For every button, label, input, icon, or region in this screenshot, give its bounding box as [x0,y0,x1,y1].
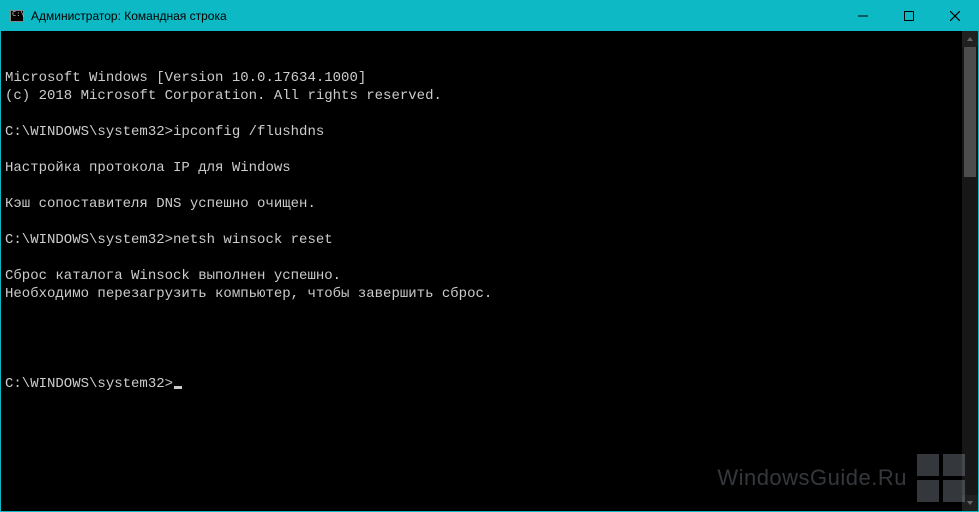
console-line: (c) 2018 Microsoft Corporation. All righ… [5,87,974,105]
console-line [5,141,974,159]
titlebar[interactable]: C:\ Администратор: Командная строка [1,1,978,31]
text-cursor [174,386,182,389]
console-line [5,177,974,195]
console-line: Необходимо перезагрузить компьютер, чтоб… [5,285,974,303]
console-line: C:\WINDOWS\system32>netsh winsock reset [5,231,974,249]
prompt-text: C:\WINDOWS\system32> [5,376,173,392]
maximize-button[interactable] [886,1,932,31]
window-controls [840,1,978,31]
console-line [5,213,974,231]
console-line [5,321,974,339]
console-line [5,105,974,123]
command-prompt-window: C:\ Администратор: Командная строка Micr… [0,0,979,512]
console-line [5,249,974,267]
console-line [5,303,974,321]
console-prompt-line: C:\WINDOWS\system32> [5,375,974,393]
cmd-icon: C:\ [9,8,25,24]
minimize-button[interactable] [840,1,886,31]
close-button[interactable] [932,1,978,31]
console-line: Кэш сопоставителя DNS успешно очищен. [5,195,974,213]
console-area[interactable]: Microsoft Windows [Version 10.0.17634.10… [1,31,978,511]
scroll-down-arrow-icon[interactable] [962,495,978,511]
vertical-scrollbar[interactable] [962,31,978,511]
console-line: Настройка протокола IP для Windows [5,159,974,177]
console-line: C:\WINDOWS\system32>ipconfig /flushdns [5,123,974,141]
scroll-up-arrow-icon[interactable] [962,31,978,47]
window-title: Администратор: Командная строка [31,9,840,23]
scrollbar-thumb[interactable] [964,47,976,177]
scrollbar-track[interactable] [962,47,978,495]
console-line: Сброс каталога Winsock выполнен успешно. [5,267,974,285]
console-line: Microsoft Windows [Version 10.0.17634.10… [5,69,974,87]
